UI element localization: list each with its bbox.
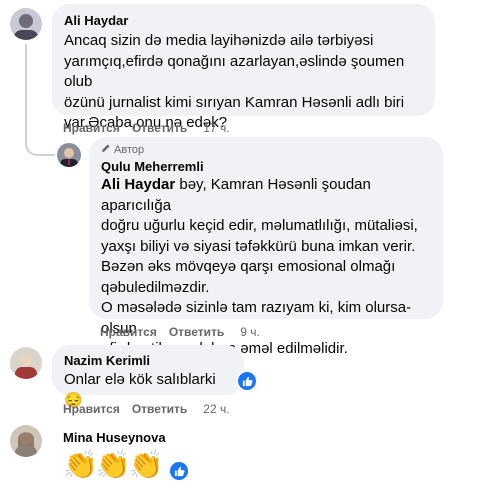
clap-emoji: 👏👏👏: [63, 449, 164, 480]
comment-author[interactable]: Qulu Meherremli: [101, 159, 431, 174]
reply-bubble: Автор Qulu Meherremli Ali Haydar bəy, Ka…: [89, 137, 443, 357]
comment-text: Ancaq sizin də media layihənizdə ailə tə…: [64, 32, 405, 131]
thread-connector: [25, 130, 55, 156]
comment-bubble: Ali Haydar Ancaq sizin də media layihəni…: [52, 4, 435, 131]
reply-link[interactable]: Ответить: [132, 121, 187, 135]
comment-block: Mina Huseynova 👏👏👏: [63, 430, 166, 483]
comment-bubble: Nazim Kerimli Onlar elə kök salıblarki 😔: [52, 345, 244, 409]
author-tag-label: Автор: [114, 143, 145, 156]
comment-actions: Нравится Ответить 22 ч.: [63, 402, 242, 416]
author-badge: Автор: [101, 143, 431, 156]
avatar-ali-haydar[interactable]: [10, 8, 42, 40]
pencil-icon: [101, 143, 111, 156]
reply-link[interactable]: Ответить: [169, 325, 224, 339]
comment-time[interactable]: 17 ч.: [203, 121, 229, 135]
comment-actions: Нравится Ответить 17 ч.: [63, 121, 242, 135]
like-link[interactable]: Нравится: [63, 121, 120, 135]
mention-link[interactable]: Ali Haydar: [101, 176, 175, 193]
like-icon[interactable]: [236, 370, 258, 392]
comment-author[interactable]: Mina Huseynova: [63, 430, 166, 445]
like-icon[interactable]: [168, 460, 190, 482]
comment-author[interactable]: Ali Haydar: [64, 13, 423, 28]
avatar-mina-huseynova[interactable]: [10, 425, 42, 457]
comment-time[interactable]: 9 ч.: [240, 325, 260, 339]
avatar-nazim-kerimli[interactable]: [10, 347, 42, 379]
reply-link[interactable]: Ответить: [132, 402, 187, 416]
comment-time[interactable]: 22 ч.: [203, 402, 229, 416]
avatar-qulu-meherremli[interactable]: [57, 143, 81, 167]
thread-line: [25, 44, 27, 144]
comment-author[interactable]: Nazim Kerimli: [64, 353, 232, 368]
comment-actions: Нравится Ответить 9 ч.: [100, 325, 272, 339]
like-link[interactable]: Нравится: [100, 325, 157, 339]
like-link[interactable]: Нравится: [63, 402, 120, 416]
